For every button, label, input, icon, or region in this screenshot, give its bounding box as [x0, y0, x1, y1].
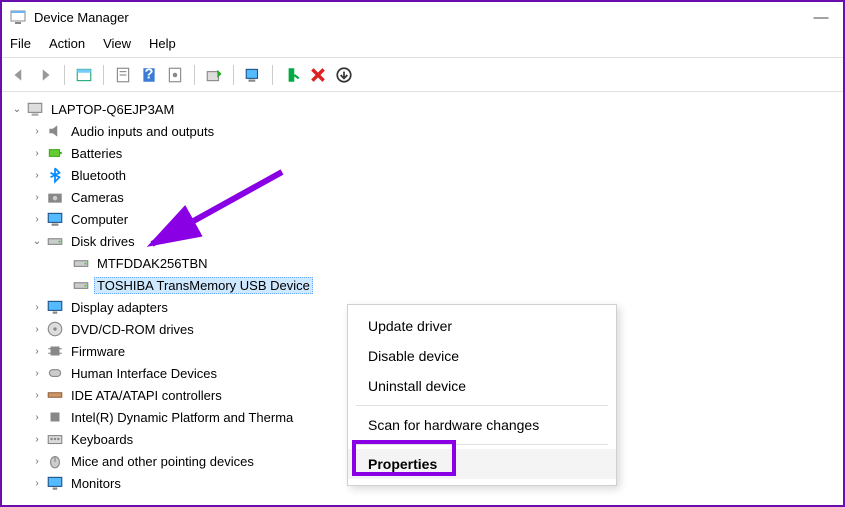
help-button[interactable]: ? [138, 64, 160, 86]
minimize-button[interactable]: — [807, 9, 835, 26]
context-menu: Update driver Disable device Uninstall d… [347, 304, 617, 486]
titlebar: Device Manager — [2, 2, 843, 32]
monitor-icon [46, 474, 64, 492]
keyboard-icon [46, 430, 64, 448]
drive-icon [72, 276, 90, 294]
separator [194, 65, 195, 85]
camera-icon [46, 188, 64, 206]
expand-icon[interactable]: › [30, 302, 44, 313]
chip-icon [46, 342, 64, 360]
expand-icon[interactable]: › [30, 170, 44, 181]
chip-icon [46, 408, 64, 426]
disc-icon [46, 320, 64, 338]
tree-item-disk-child-selected[interactable]: TOSHIBA TransMemory USB Device [6, 274, 839, 296]
computer-icon [26, 100, 44, 118]
ctx-separator [356, 405, 608, 406]
display-icon [46, 298, 64, 316]
toolbar: ? [2, 58, 843, 92]
ctx-update-driver[interactable]: Update driver [348, 311, 616, 341]
separator [103, 65, 104, 85]
separator [233, 65, 234, 85]
window-title: Device Manager [34, 10, 807, 25]
svg-text:?: ? [145, 66, 154, 82]
tree-root[interactable]: ⌄ LAPTOP-Q6EJP3AM [6, 98, 839, 120]
action-button[interactable] [164, 64, 186, 86]
drive-icon [46, 232, 64, 250]
tree-item-disk-child[interactable]: MTFDDAK256TBN [6, 252, 839, 274]
tree-item-cameras[interactable]: › Cameras [6, 186, 839, 208]
bluetooth-icon [46, 166, 64, 184]
menu-file[interactable]: File [10, 36, 31, 53]
ctx-properties[interactable]: Properties [348, 449, 616, 479]
tree-item-computer[interactable]: › Computer [6, 208, 839, 230]
expand-icon[interactable]: › [30, 412, 44, 423]
expand-icon[interactable]: › [30, 324, 44, 335]
enable-button[interactable] [281, 64, 303, 86]
ctx-disable-device[interactable]: Disable device [348, 341, 616, 371]
collapse-icon[interactable]: ⌄ [30, 236, 44, 247]
tree-item-bluetooth[interactable]: › Bluetooth [6, 164, 839, 186]
expand-icon[interactable]: › [30, 456, 44, 467]
tree-item-audio[interactable]: › Audio inputs and outputs [6, 120, 839, 142]
separator [272, 65, 273, 85]
expand-icon[interactable]: › [30, 478, 44, 489]
uninstall-button[interactable] [307, 64, 329, 86]
expand-icon[interactable]: › [30, 214, 44, 225]
ctx-separator [356, 444, 608, 445]
properties-button[interactable] [112, 64, 134, 86]
speaker-icon [46, 122, 64, 140]
tree-item-batteries[interactable]: › Batteries [6, 142, 839, 164]
menubar: File Action View Help [2, 32, 843, 58]
expand-icon[interactable]: › [30, 192, 44, 203]
pc-icon [46, 210, 64, 228]
disable-button[interactable] [333, 64, 355, 86]
ctx-uninstall-device[interactable]: Uninstall device [348, 371, 616, 401]
app-icon [10, 9, 26, 25]
hid-icon [46, 364, 64, 382]
back-button[interactable] [8, 64, 30, 86]
collapse-icon[interactable]: ⌄ [10, 104, 24, 115]
expand-icon[interactable]: › [30, 126, 44, 137]
expand-icon[interactable]: › [30, 368, 44, 379]
update-driver-button[interactable] [203, 64, 225, 86]
root-label[interactable]: LAPTOP-Q6EJP3AM [48, 101, 177, 118]
scan-button[interactable] [242, 64, 264, 86]
show-hide-button[interactable] [73, 64, 95, 86]
tree-item-disk-drives[interactable]: ⌄ Disk drives [6, 230, 839, 252]
battery-icon [46, 144, 64, 162]
menu-view[interactable]: View [103, 36, 131, 53]
expand-icon[interactable]: › [30, 148, 44, 159]
menu-action[interactable]: Action [49, 36, 85, 53]
separator [64, 65, 65, 85]
forward-button[interactable] [34, 64, 56, 86]
ctx-scan-hardware[interactable]: Scan for hardware changes [348, 410, 616, 440]
menu-help[interactable]: Help [149, 36, 176, 53]
expand-icon[interactable]: › [30, 434, 44, 445]
controller-icon [46, 386, 64, 404]
expand-icon[interactable]: › [30, 390, 44, 401]
drive-icon [72, 254, 90, 272]
expand-icon[interactable]: › [30, 346, 44, 357]
mouse-icon [46, 452, 64, 470]
